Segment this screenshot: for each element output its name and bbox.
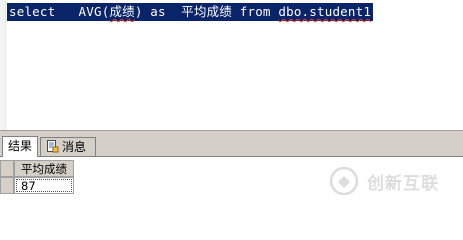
tab-messages-label: 消息 bbox=[62, 140, 87, 154]
query-token: from bbox=[232, 4, 279, 19]
results-tabstrip: 结果 消息 bbox=[0, 134, 463, 157]
query-token-error: dbo.student1 bbox=[278, 4, 372, 19]
row-header[interactable] bbox=[0, 177, 14, 194]
query-token: select AVG( bbox=[9, 4, 110, 19]
query-token: 平均成绩 bbox=[181, 4, 233, 19]
tab-results[interactable]: 结果 bbox=[2, 136, 38, 157]
watermark: 创新互联 bbox=[329, 166, 439, 196]
brand-logo-icon bbox=[329, 166, 359, 196]
messages-icon bbox=[46, 140, 59, 153]
query-token: ) as bbox=[134, 4, 182, 19]
editor-margin bbox=[0, 0, 6, 130]
grid-cell[interactable]: 87 bbox=[14, 177, 74, 194]
tab-messages[interactable]: 消息 bbox=[40, 137, 96, 156]
query-text-selected[interactable]: select AVG(成绩) as 平均成绩 from dbo.student1 bbox=[7, 3, 374, 21]
column-header[interactable]: 平均成绩 bbox=[14, 160, 74, 177]
tab-results-label: 结果 bbox=[8, 139, 33, 153]
grid-corner[interactable] bbox=[0, 160, 14, 177]
watermark-text: 创新互联 bbox=[367, 173, 439, 194]
query-token-error: 成绩 bbox=[109, 4, 135, 19]
query-editor[interactable]: select AVG(成绩) as 平均成绩 from dbo.student1 bbox=[0, 0, 463, 130]
